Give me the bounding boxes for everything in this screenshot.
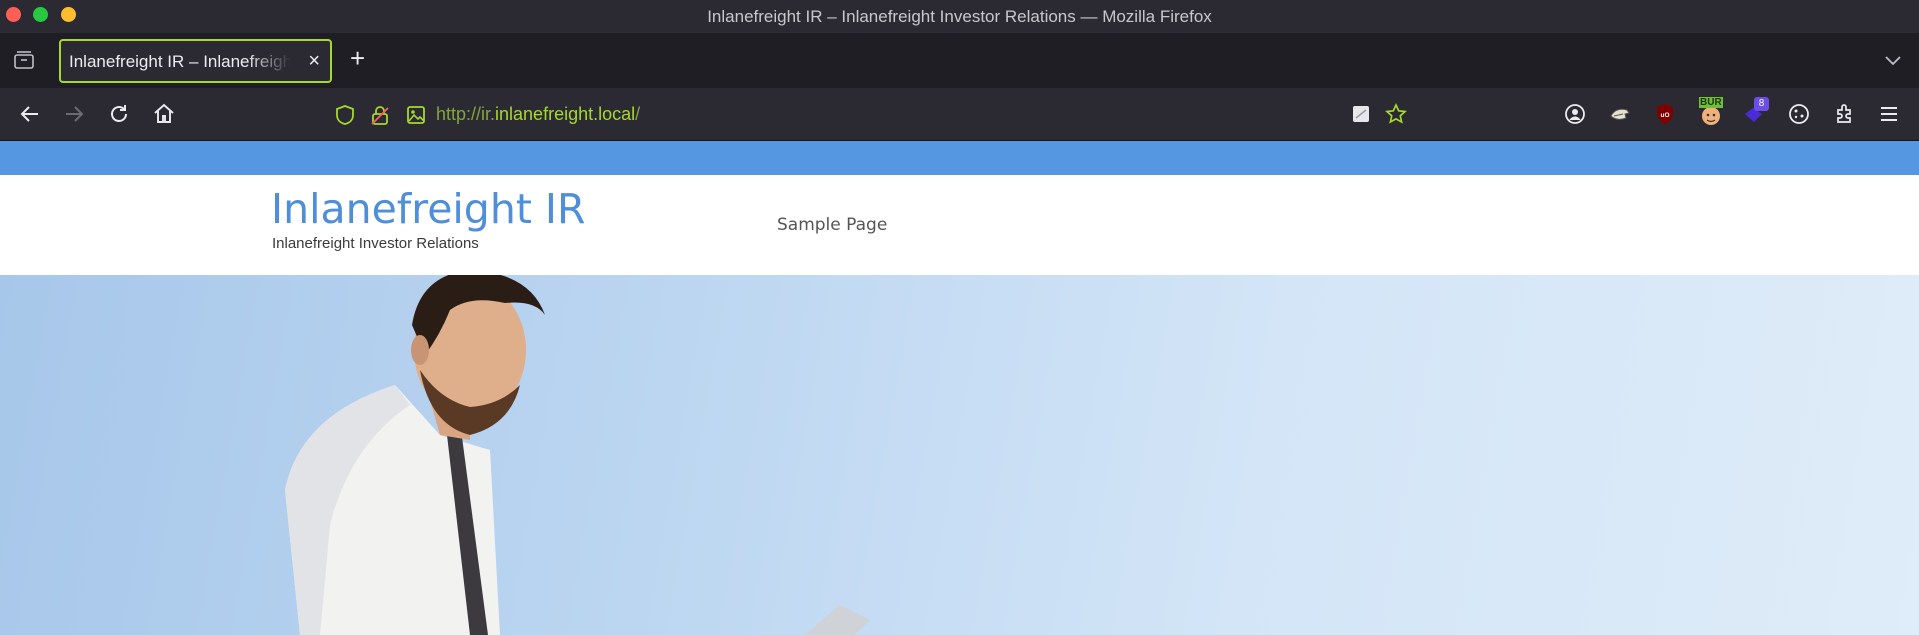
tab-strip: Inlanefreight IR – Inlanefreight Investo… <box>0 33 1919 88</box>
bookmark-star-icon[interactable] <box>1385 102 1407 125</box>
wappalyzer-badge: 8 <box>1754 97 1769 111</box>
tab-title: Inlanefreight IR – Inlanefreight Investo… <box>69 52 291 71</box>
burp-icon[interactable]: BUR <box>1698 96 1724 128</box>
window-titlebar: Inlanefreight IR – Inlanefreight Investo… <box>0 0 1919 33</box>
site-title[interactable]: Inlanefreight IR <box>271 185 586 233</box>
url-prefix: http://ir. <box>436 104 496 124</box>
home-icon[interactable] <box>152 102 176 126</box>
burp-badge: BUR <box>1700 97 1722 108</box>
cookie-icon[interactable] <box>1787 102 1811 126</box>
shield-icon[interactable] <box>334 104 356 126</box>
nav-link-sample-page[interactable]: Sample Page <box>777 215 887 235</box>
url-domain: inlanefreight.local <box>495 104 636 124</box>
site-tagline: Inlanefreight Investor Relations <box>272 235 479 252</box>
tab-active[interactable]: Inlanefreight IR – Inlanefreight Investo… <box>59 39 332 83</box>
accent-bar <box>0 141 1919 175</box>
menu-icon[interactable] <box>1877 102 1901 126</box>
site-header: Inlanefreight IR Inlanefreight Investor … <box>0 175 1919 275</box>
insecure-lock-icon[interactable] <box>369 104 391 126</box>
url-text[interactable]: http://ir.inlanefreight.local/ <box>436 104 640 125</box>
navigation-toolbar: http://ir.inlanefreight.local/ uO BUR 8 <box>0 88 1919 141</box>
hero-image <box>0 275 1919 635</box>
wappalyzer-icon[interactable]: 8 <box>1742 96 1770 128</box>
new-tab-icon[interactable]: + <box>350 45 365 71</box>
image-permission-icon[interactable] <box>405 104 427 126</box>
url-bar[interactable]: http://ir.inlanefreight.local/ <box>330 94 1418 134</box>
ublock-icon[interactable]: uO <box>1653 102 1677 126</box>
url-suffix: / <box>635 104 641 124</box>
svg-text:uO: uO <box>1660 112 1669 119</box>
reader-view-icon[interactable] <box>1351 104 1371 124</box>
web-page: Inlanefreight IR Inlanefreight Investor … <box>0 141 1919 635</box>
tamper-icon[interactable] <box>1608 102 1632 126</box>
forward-icon[interactable] <box>62 102 86 126</box>
tab-list-icon[interactable] <box>13 50 35 70</box>
tab-close-icon[interactable]: × <box>308 50 320 73</box>
back-icon[interactable] <box>18 102 42 126</box>
chevron-down-icon[interactable] <box>1883 50 1903 70</box>
reload-icon[interactable] <box>107 102 131 126</box>
extensions-icon[interactable] <box>1832 102 1856 126</box>
window-title: Inlanefreight IR – Inlanefreight Investo… <box>707 7 1212 26</box>
account-icon[interactable] <box>1563 102 1587 126</box>
